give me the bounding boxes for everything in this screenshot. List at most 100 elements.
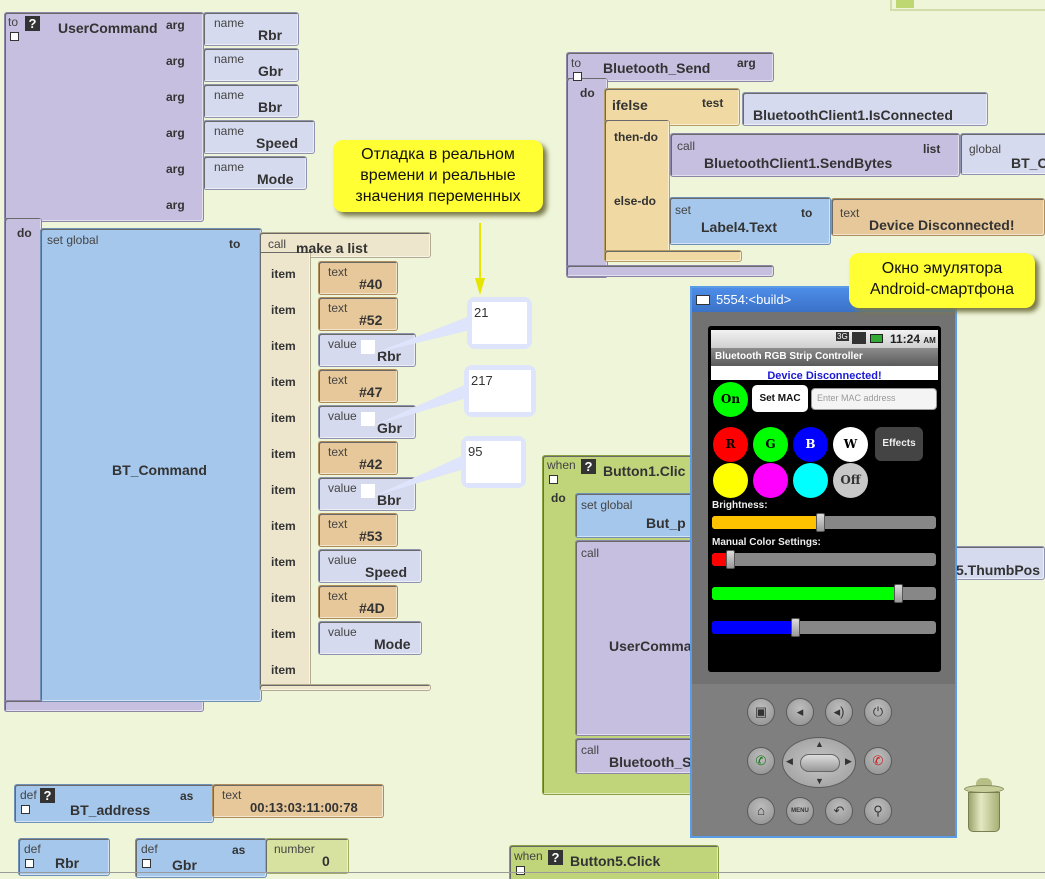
color-button-g[interactable]: G xyxy=(753,427,788,462)
value-label: value xyxy=(328,625,357,639)
collapse-checkbox[interactable] xyxy=(142,859,151,868)
collapse-checkbox[interactable] xyxy=(10,32,19,41)
color-button-w[interactable]: W xyxy=(833,427,868,462)
blue-thumb[interactable] xyxy=(790,618,800,637)
collapse-checkbox[interactable] xyxy=(21,805,30,814)
global-var-name[interactable]: BT_Command xyxy=(112,462,207,478)
number-value[interactable]: 0 xyxy=(322,853,330,869)
color-button[interactable] xyxy=(793,463,828,498)
arg-name-value[interactable]: Gbr xyxy=(258,63,283,79)
help-icon[interactable]: ? xyxy=(25,16,40,31)
on-button[interactable]: On xyxy=(713,382,748,417)
color-button[interactable] xyxy=(753,463,788,498)
item-label: item xyxy=(271,519,296,533)
text-value[interactable]: #42 xyxy=(359,456,382,472)
watch-toggle[interactable] xyxy=(361,340,375,354)
color-button-r[interactable]: R xyxy=(713,427,748,462)
red-thumb[interactable] xyxy=(725,550,735,569)
arg-name-value[interactable]: Speed xyxy=(256,135,298,151)
dpad-up-icon[interactable]: ▲ xyxy=(815,739,824,749)
green-thumb[interactable] xyxy=(893,584,903,603)
status-time: 11:24 AM xyxy=(890,332,936,346)
search-key-icon[interactable]: ⚲ xyxy=(864,797,892,825)
signal-icon xyxy=(852,332,866,344)
collapse-checkbox[interactable] xyxy=(573,72,582,81)
text-value[interactable]: #52 xyxy=(359,312,382,328)
def-name[interactable]: Gbr xyxy=(172,857,197,873)
watch-bubble-rbr[interactable]: 21 xyxy=(467,297,532,349)
dpad-center[interactable] xyxy=(800,754,840,772)
watch-toggle[interactable] xyxy=(361,412,375,426)
arg-name-value[interactable]: Rbr xyxy=(258,27,282,43)
def-name[interactable]: BT_address xyxy=(70,802,150,818)
effects-button[interactable]: Effects xyxy=(875,427,923,461)
set-mac-button[interactable]: Set MAC xyxy=(752,385,808,412)
def-name[interactable]: Rbr xyxy=(55,855,79,871)
menu-key[interactable]: MENU xyxy=(786,797,814,825)
call-label: call xyxy=(581,546,600,560)
text-value[interactable]: #4D xyxy=(359,600,385,616)
home-key-icon[interactable]: ⌂ xyxy=(747,797,775,825)
item-label: item xyxy=(271,663,296,677)
collapse-checkbox[interactable] xyxy=(516,866,525,875)
color-button-b[interactable]: B xyxy=(793,427,828,462)
watch-bubble-gbr[interactable]: 217 xyxy=(464,365,536,417)
volume-up-key-icon[interactable]: ◂) xyxy=(825,698,853,726)
item-label: item xyxy=(271,339,296,353)
watch-toggle[interactable] xyxy=(361,484,375,498)
procedure-name[interactable]: Bluetooth_Send xyxy=(603,60,710,76)
back-key-icon[interactable]: ↶ xyxy=(825,797,853,825)
text-label: text xyxy=(840,206,860,220)
collapse-checkbox[interactable] xyxy=(25,859,34,868)
off-button[interactable]: Off xyxy=(833,463,868,498)
trash-can-icon[interactable] xyxy=(962,778,1006,834)
collapse-checkbox[interactable] xyxy=(549,475,558,484)
end-call-key-icon[interactable]: ✆ xyxy=(864,747,892,775)
arg-name-value[interactable]: Mode xyxy=(257,171,294,187)
text-value[interactable]: #47 xyxy=(359,384,382,400)
arg-label: arg xyxy=(166,162,185,176)
procedure-usercommand[interactable] xyxy=(4,12,204,222)
text-value[interactable]: Device Disconnected! xyxy=(869,217,1015,233)
red-slider[interactable] xyxy=(712,550,936,569)
event-name[interactable]: Button1.Clic xyxy=(603,463,685,479)
mac-address-input[interactable]: Enter MAC address xyxy=(811,388,937,410)
app-title-bar: Bluetooth RGB Strip Controller xyxy=(711,348,938,366)
arg-label: arg xyxy=(166,18,185,32)
arg-name-value[interactable]: Bbr xyxy=(258,99,282,115)
camera-key-icon[interactable]: ▣ xyxy=(747,698,775,726)
brightness-slider[interactable] xyxy=(712,513,936,532)
item-label: item xyxy=(271,555,296,569)
text-value[interactable]: #40 xyxy=(359,276,382,292)
dpad-down-icon[interactable]: ▼ xyxy=(815,776,824,786)
call-key-icon[interactable]: ✆ xyxy=(747,747,775,775)
help-icon[interactable]: ? xyxy=(581,459,596,474)
call-label: call xyxy=(677,139,696,153)
dpad-right-icon[interactable]: ▶ xyxy=(845,756,852,767)
help-icon[interactable]: ? xyxy=(548,850,563,865)
brightness-thumb[interactable] xyxy=(815,513,825,532)
bt-address-value[interactable]: 00:13:03:11:00:78 xyxy=(250,800,358,815)
text-value[interactable]: #53 xyxy=(359,528,382,544)
power-key-icon[interactable]: ⏻ xyxy=(864,698,892,726)
event-name[interactable]: Button5.Click xyxy=(570,853,660,869)
color-button[interactable] xyxy=(713,463,748,498)
procedure-name[interactable]: UserCommand xyxy=(58,20,158,36)
value-name[interactable]: Mode xyxy=(374,636,411,652)
dpad-left-icon[interactable]: ◀ xyxy=(786,756,793,767)
send-bytes-label: BluetoothClient1.SendBytes xyxy=(704,155,893,171)
emulator-note-line1: Окно эмулятора xyxy=(881,260,1003,277)
emulator-window[interactable]: 5554:<build> 3G 11:24 AM Bluetooth RGB S… xyxy=(690,286,957,838)
watch-bubble-bbr[interactable]: 95 xyxy=(461,436,526,488)
blue-slider[interactable] xyxy=(712,618,936,637)
value-name[interactable]: Speed xyxy=(365,564,407,580)
value-name[interactable]: Bbr xyxy=(377,492,401,508)
dpad[interactable]: ▲ ▼ ◀ ▶ xyxy=(782,737,856,788)
value-name[interactable]: Rbr xyxy=(377,348,401,364)
palette-drawer[interactable] xyxy=(890,0,1045,11)
help-icon[interactable]: ? xyxy=(40,788,55,803)
green-slider[interactable] xyxy=(712,584,936,603)
volume-down-key-icon[interactable]: ◂ xyxy=(786,698,814,726)
value-name[interactable]: Gbr xyxy=(377,420,402,436)
debug-arrow-head xyxy=(475,278,485,295)
